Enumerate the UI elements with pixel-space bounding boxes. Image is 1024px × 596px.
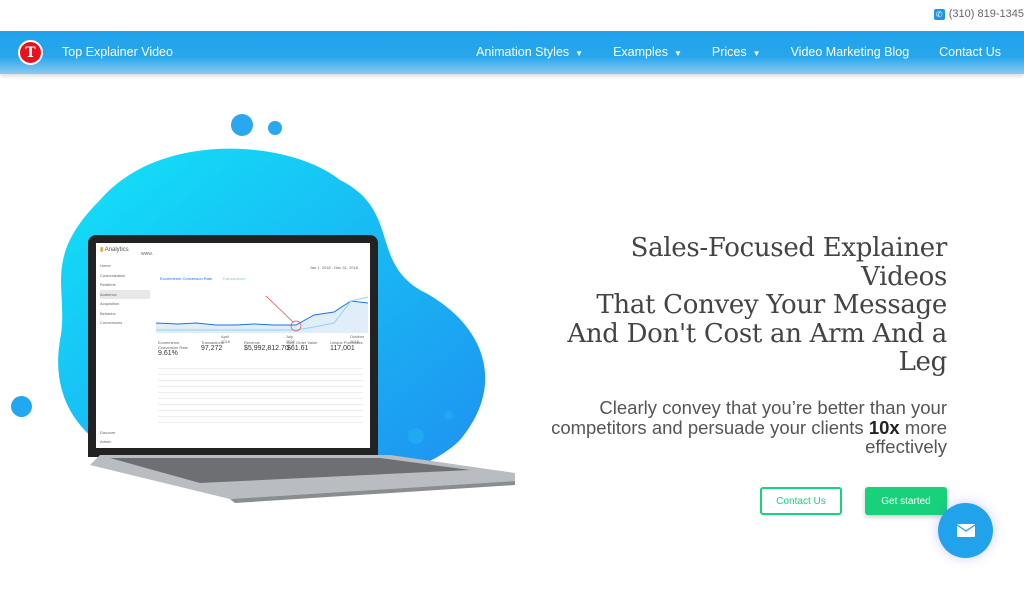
get-started-button[interactable]: Get started — [865, 487, 947, 515]
subtitle-emphasis: 10x — [868, 416, 900, 438]
metric-value: $61.61 — [287, 345, 309, 352]
nav-item-animation-styles[interactable]: Animation Styles ▼ — [476, 45, 583, 59]
contact-us-button[interactable]: Contact Us — [760, 487, 842, 515]
phone-link[interactable]: ✆ (310) 819-1345 — [933, 8, 1024, 20]
line-chart — [156, 295, 368, 333]
hero-headline: Sales-Focused Explainer Videos That Conv… — [527, 234, 947, 377]
bubble — [408, 428, 424, 444]
nav-label: Prices — [711, 45, 747, 59]
headline-line: Leg — [898, 347, 948, 377]
analytics-sidebar: Home Customization Realtime Audience Acquisi… — [100, 261, 150, 447]
top-bar: ✆ (310) 819-1345 — [0, 0, 1024, 31]
laptop-base — [90, 455, 515, 503]
analytics-sidebar-item: Acquisition — [100, 301, 120, 306]
nav-menu: Animation Styles ▼ Examples ▼ Prices ▼ Video M… — [476, 45, 1001, 59]
metric: Ecommerce Conversion Rate 9.61% — [158, 340, 195, 357]
analytics-sidebar-item: Discover — [100, 429, 116, 435]
headline-line: Videos — [861, 261, 947, 292]
site-name: www. — [141, 251, 153, 257]
caret-down-icon: ▼ — [575, 49, 584, 58]
analytics-sidebar-item: Home — [100, 263, 111, 268]
envelope-icon — [956, 524, 975, 537]
metric-value: $5,992,812.70 — [244, 345, 289, 352]
legend-item: Transactions — [222, 276, 245, 281]
nav-item-prices[interactable]: Prices ▼ — [712, 45, 761, 59]
nav-label: Examples — [613, 45, 668, 59]
brand-name[interactable]: Top Explainer Video — [62, 45, 173, 59]
analytics-sidebar-item: Admin — [100, 439, 112, 444]
metric-value: 117,001 — [330, 345, 355, 352]
phone-icon: ✆ — [933, 8, 945, 20]
caret-down-icon: ▼ — [673, 49, 682, 58]
analytics-screenshot: ▮ Analytics www. Jan 1, 2018 - Dec 31, 2… — [96, 243, 370, 448]
headline-line: Sales-Focused Explainer — [630, 233, 948, 263]
nav-item-examples[interactable]: Examples ▼ — [613, 45, 682, 59]
metric-label: Ecommerce Conversion Rate — [158, 340, 188, 350]
legend-item: Ecommerce Conversion Rate — [160, 276, 213, 281]
main-nav: T Top Explainer Video Animation Styles ▼ E… — [0, 31, 1024, 74]
analytics-sidebar-item: Conversions — [100, 320, 123, 325]
metric: Revenue $5,992,812.70 — [244, 340, 289, 357]
hero-subtitle: Clearly convey that you’re better than y… — [527, 398, 947, 457]
bubble — [11, 396, 32, 417]
bubble — [444, 411, 453, 420]
metric: Avg. Order Value $61.61 — [287, 340, 324, 357]
nav-label: Animation Styles — [476, 45, 570, 59]
analytics-sidebar-item: Realtime — [100, 282, 116, 287]
metric-value: 9.61% — [158, 350, 178, 357]
bubble — [231, 114, 253, 136]
metrics-row: Ecommerce Conversion Rate 9.61% Transactio… — [158, 340, 367, 357]
metric-value: 97,272 — [201, 345, 223, 352]
metric: Unique Purchases 117,001 — [330, 340, 367, 357]
analytics-sidebar-item: Audience — [100, 289, 150, 299]
analytics-sidebar-item: Behavior — [100, 310, 116, 316]
metric: Transactions 97,272 — [201, 340, 238, 357]
nav-label: Video Marketing Blog — [790, 45, 910, 59]
headline-line: That Convey Your Message — [596, 290, 947, 320]
logo[interactable]: T — [18, 40, 43, 65]
bubble — [268, 121, 282, 135]
analytics-sidebar-item: Customization — [100, 272, 126, 278]
message-button[interactable] — [938, 503, 993, 558]
headline-line: And Don't Cost an Arm And a — [567, 318, 947, 349]
nav-label: Contact Us — [939, 45, 1001, 59]
caret-down-icon: ▼ — [752, 49, 761, 58]
date-range: Jan 1, 2018 - Dec 31, 2018 — [309, 265, 358, 270]
analytics-title: Analytics — [104, 247, 129, 253]
data-table — [158, 363, 363, 423]
nav-item-video-marketing-blog[interactable]: Video Marketing Blog — [791, 45, 910, 59]
phone-number: (310) 819-1345 — [948, 8, 1024, 20]
nav-item-contact-us[interactable]: Contact Us — [939, 45, 1001, 59]
